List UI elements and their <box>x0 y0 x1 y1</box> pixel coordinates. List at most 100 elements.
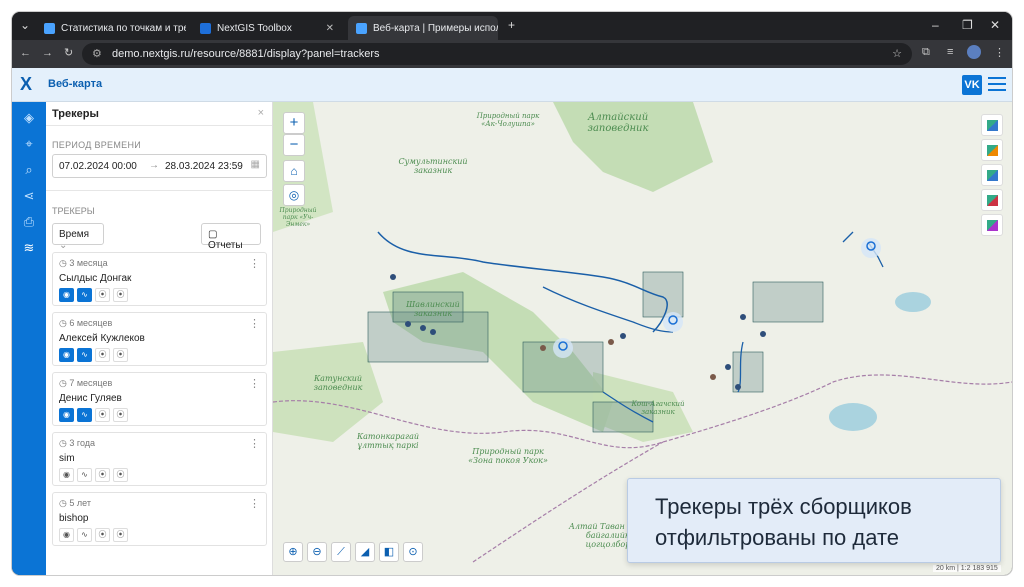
profile-avatar[interactable] <box>967 45 981 59</box>
map-label: Сумультинский заказник <box>398 157 468 175</box>
first-point-icon[interactable]: ⦿ <box>95 468 110 482</box>
nextgis-logo[interactable]: X <box>20 74 40 94</box>
kebab-menu-icon[interactable]: ⋮ <box>249 437 260 450</box>
tracker-card[interactable]: ◷ 3 года ⋮ sim ◉ ∿ ⦿ ⦿ <box>52 432 267 486</box>
new-tab-icon[interactable]: + <box>508 18 515 32</box>
layer-toggle-icon[interactable] <box>981 189 1003 211</box>
address-bar-row: ← → ↻ ⚙ demo.nextgis.ru/resource/8881/di… <box>12 40 1012 68</box>
zoom-out-box-icon[interactable]: ⊖ <box>307 542 327 562</box>
first-point-icon[interactable]: ⦿ <box>95 408 110 422</box>
last-point-icon[interactable]: ⦿ <box>113 288 128 302</box>
measure-area-icon[interactable]: ◢ <box>355 542 375 562</box>
last-point-icon[interactable]: ⦿ <box>113 528 128 542</box>
first-point-icon[interactable]: ⦿ <box>95 528 110 542</box>
swipe-icon[interactable]: ◧ <box>379 542 399 562</box>
tracker-name: bishop <box>59 513 89 524</box>
panel-header: Трекеры × <box>46 102 272 126</box>
bookmark-star-icon[interactable]: ☆ <box>892 43 902 65</box>
trackers-panel: Трекеры × ПЕРИОД ВРЕМЕНИ 07.02.2024 00:0… <box>46 102 273 575</box>
url-field[interactable]: ⚙ demo.nextgis.ru/resource/8881/display?… <box>82 43 912 65</box>
show-points-icon[interactable]: ◉ <box>59 408 74 422</box>
time-sort-select[interactable]: Время ⌄ <box>52 223 104 251</box>
last-point-icon[interactable]: ⦿ <box>113 348 128 362</box>
trackers-wifi-icon[interactable]: ≋ <box>21 240 37 256</box>
reload-icon[interactable]: ↻ <box>64 46 73 59</box>
kebab-menu-icon[interactable]: ⋮ <box>249 317 260 330</box>
tracker-card[interactable]: ◷ 3 месяца ⋮ Сылдыс Донгак ◉ ∿ ⦿ ⦿ <box>52 252 267 306</box>
vk-login-button[interactable]: VK <box>962 75 982 95</box>
zoom-in-box-icon[interactable]: ⊕ <box>283 542 303 562</box>
share-icon[interactable]: ⋖ <box>21 188 37 204</box>
divider <box>46 190 273 191</box>
geolocate-icon[interactable]: ◎ <box>283 184 305 206</box>
zoom-in-button[interactable]: + <box>283 112 305 134</box>
layers-icon[interactable]: ◈ <box>21 110 37 126</box>
reading-list-icon[interactable]: ≡ <box>947 46 953 58</box>
tab-search-icon[interactable]: ⌄ <box>20 18 30 32</box>
tracker-card[interactable]: ◷ 6 месяцев ⋮ Алексей Кужлеков ◉ ∿ ⦿ ⦿ <box>52 312 267 366</box>
show-points-icon[interactable]: ◉ <box>59 288 74 302</box>
back-icon[interactable]: ← <box>20 47 31 59</box>
layer-toggle-icon[interactable] <box>981 164 1003 186</box>
app-title: Веб-карта <box>48 78 103 90</box>
last-point-icon[interactable]: ⦿ <box>113 468 128 482</box>
crosshair-icon[interactable]: ⊙ <box>403 542 423 562</box>
show-points-icon[interactable]: ◉ <box>59 528 74 542</box>
date-range-picker[interactable]: 07.02.2024 00:00 → 28.03.2024 23:59 ▦ <box>52 154 267 178</box>
show-track-icon[interactable]: ∿ <box>77 408 92 422</box>
print-icon[interactable]: ⎙ <box>21 214 37 230</box>
kebab-menu-icon[interactable]: ⋮ <box>249 377 260 390</box>
reports-button[interactable]: ▢ Отчеты <box>201 223 261 251</box>
minimize-icon[interactable]: – <box>932 18 939 32</box>
restore-icon[interactable]: ❐ <box>962 18 973 32</box>
hamburger-menu-icon[interactable] <box>988 77 1006 93</box>
show-points-icon[interactable]: ◉ <box>59 468 74 482</box>
identify-icon[interactable]: ⌖ <box>21 136 37 152</box>
tracker-card[interactable]: ◷ 5 лет ⋮ bishop ◉ ∿ ⦿ ⦿ <box>52 492 267 546</box>
show-track-icon[interactable]: ∿ <box>77 528 92 542</box>
tab-strip: ⌄ Статистика по точкам и трека ✕ NextGIS… <box>12 12 1012 40</box>
browser-menu-icon[interactable]: ⋮ <box>994 46 1005 59</box>
protected-area <box>273 342 383 442</box>
tab-label: Веб-карта | Примеры исполь <box>373 22 498 34</box>
kebab-menu-icon[interactable]: ⋮ <box>249 257 260 270</box>
kebab-menu-icon[interactable]: ⋮ <box>249 497 260 510</box>
tab-toolbox[interactable]: NextGIS Toolbox ✕ <box>192 16 342 40</box>
search-icon[interactable]: ⌕ <box>21 162 37 178</box>
layer-toggle-icon[interactable] <box>981 214 1003 236</box>
tab-close-icon[interactable]: ✕ <box>320 23 334 34</box>
layer-toggle-icon[interactable] <box>981 114 1003 136</box>
map-label: Катонкарагай ұлттық паркі <box>356 432 420 450</box>
tracker-card[interactable]: ◷ 7 месяцев ⋮ Денис Гуляев ◉ ∿ ⦿ ⦿ <box>52 372 267 426</box>
tab-webmap[interactable]: Веб-карта | Примеры исполь ✕ <box>348 16 498 40</box>
lake <box>829 403 877 431</box>
tracker-age: ◷ 3 месяца <box>59 258 108 268</box>
document-icon: ▢ <box>208 229 218 240</box>
measure-distance-icon[interactable]: ⟋ <box>331 542 351 562</box>
first-point-icon[interactable]: ⦿ <box>95 288 110 302</box>
map-canvas[interactable]: Алтайский заповедник Сумультинский заказ… <box>273 102 1012 575</box>
layer-toggle-icon[interactable] <box>981 139 1003 161</box>
show-track-icon[interactable]: ∿ <box>77 288 92 302</box>
tab-favicon-icon <box>200 22 211 34</box>
show-points-icon[interactable]: ◉ <box>59 348 74 362</box>
lake <box>895 292 931 312</box>
home-icon[interactable]: ⌂ <box>283 160 305 182</box>
panel-close-icon[interactable]: × <box>258 107 264 119</box>
site-info-icon[interactable]: ⚙ <box>92 43 102 65</box>
extensions-icon[interactable]: ⧉ <box>922 46 930 59</box>
forward-icon[interactable]: → <box>42 47 53 59</box>
close-window-icon[interactable]: ✕ <box>990 18 1000 32</box>
calendar-icon[interactable]: ▦ <box>251 159 260 170</box>
show-track-icon[interactable]: ∿ <box>77 348 92 362</box>
date-to[interactable]: 28.03.2024 23:59 <box>165 161 243 172</box>
show-track-icon[interactable]: ∿ <box>77 468 92 482</box>
date-from[interactable]: 07.02.2024 00:00 <box>59 161 137 172</box>
tab-favicon-icon <box>356 22 367 34</box>
zoom-out-button[interactable]: − <box>283 134 305 156</box>
last-point-icon[interactable]: ⦿ <box>113 408 128 422</box>
tab-stats[interactable]: Статистика по точкам и трека ✕ <box>36 16 186 40</box>
grid-cells <box>367 271 824 433</box>
first-point-icon[interactable]: ⦿ <box>95 348 110 362</box>
map-label: Шавлинский заказник <box>406 300 460 318</box>
